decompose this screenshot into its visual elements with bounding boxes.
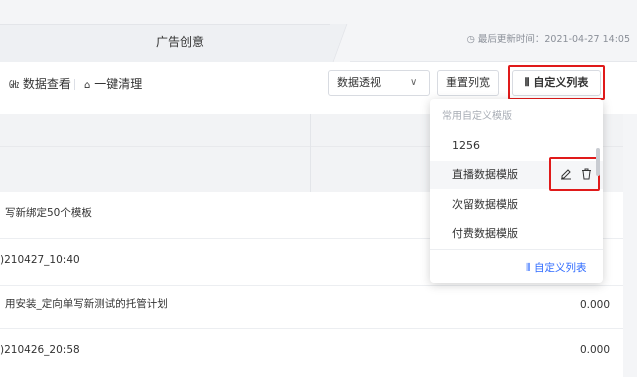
row-divider (0, 328, 623, 329)
pivot-select-value: 数据透视 (337, 76, 381, 89)
dropdown-scrollbar[interactable] (596, 148, 600, 176)
row-divider (0, 285, 623, 286)
dropdown-item-payment-template[interactable]: 付费数据模版 (430, 220, 603, 248)
dropdown-footer-label: 自定义列表 (533, 262, 587, 274)
dropdown-title: 常用自定义模版 (442, 111, 512, 122)
broom-icon: ⌂ (84, 80, 91, 91)
columns-icon: ⦀ (526, 262, 531, 274)
dropdown-divider (430, 249, 603, 250)
table-row-4-value: 0.000 (579, 344, 610, 356)
table-row-3-value: 0.000 (579, 299, 610, 311)
one-click-clear-label: 一键清理 (94, 77, 143, 91)
reset-width-button[interactable]: 重置列宽 (437, 70, 499, 96)
table-row-1-name: 写新绑定50个模板 (5, 207, 92, 219)
dropdown-item-1256[interactable]: 1256 (430, 132, 603, 160)
highlight-box-custom-columns (508, 65, 605, 100)
table-row-4-name: )210426_20:58 (0, 344, 80, 356)
chevron-down-icon: ∨ (410, 77, 418, 88)
table-scrollbar-track[interactable] (623, 114, 637, 377)
header-column-divider (310, 114, 311, 192)
tab-divider (330, 24, 350, 62)
table-row-3-name: 用安装_定向单写新测试的托管计划 (5, 298, 168, 310)
toolbar-divider (74, 79, 75, 90)
clock-icon: ◷ (466, 34, 478, 45)
dropdown-item-retention-template[interactable]: 次留数据模版 (430, 191, 603, 219)
chart-icon: ㎓ (9, 80, 19, 91)
one-click-clear-button[interactable]: ⌂ 一键清理 (84, 74, 142, 94)
table-row-2-name: )210427_10:40 (0, 254, 80, 266)
tab-ad-creative-label[interactable]: 广告创意 (120, 24, 240, 60)
last-updated-text: 最后更新时间：2021-04-27 14:05 (477, 34, 630, 45)
last-updated: ◷ 最后更新时间：2021-04-27 14:05 (430, 32, 630, 48)
top-strip (0, 0, 637, 14)
data-view-button[interactable]: ㎓ 数据查看 (9, 74, 71, 94)
dropdown-footer-custom-columns[interactable]: ⦀ 自定义列表 (526, 259, 586, 277)
highlight-box-row-actions (549, 157, 600, 191)
data-view-label: 数据查看 (22, 77, 71, 91)
